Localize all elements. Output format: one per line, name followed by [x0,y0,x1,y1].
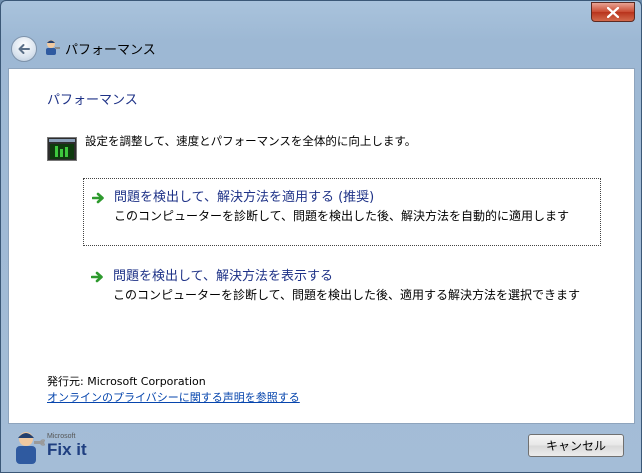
option-title: 問題を検出して、解決方法を適用する (推奨) [114,190,375,205]
back-arrow-icon [18,44,30,54]
close-icon [607,6,619,18]
option-detect-and-apply[interactable]: 問題を検出して、解決方法を適用する (推奨) このコンピューターを診断して、問題… [83,178,601,246]
fixit-mechanic-logo-icon [16,432,45,464]
option-subtitle: このコンピューターを診断して、問題を検出した後、解決方法を自動的に適用します [114,209,570,223]
performance-monitor-icon [47,137,77,161]
option-detect-and-show[interactable]: 問題を検出して、解決方法を表示する このコンピューターを診断して、問題を検出した… [83,258,601,326]
logo-brand-text: Microsoft [47,433,76,440]
content-panel: パフォーマンス 設定を調整して、速度とパフォーマンスを全体的に向上します。 問題… [8,68,635,424]
description-text: 設定を調整して、速度とパフォーマンスを全体的に向上します。 [85,134,417,148]
microsoft-fixit-logo: Microsoft Fix it [11,427,101,467]
page-heading: パフォーマンス [47,93,138,108]
fixit-mechanic-icon [46,40,60,55]
privacy-statement-link[interactable]: オンラインのプライバシーに関する声明を参照する [47,389,300,405]
option-subtitle: このコンピューターを診断して、問題を検出した後、適用する解決方法を選択できます [113,288,581,302]
close-button[interactable] [591,2,635,22]
footer-bar: Microsoft Fix it キャンセル [1,424,641,472]
window-title: パフォーマンス [65,43,156,58]
back-button[interactable] [11,36,37,62]
fixit-dialog-window: パフォーマンス パフォーマンス 設定を調整して、速度とパフォーマンスを全体的に向… [0,0,642,473]
option-title: 問題を検出して、解決方法を表示する [113,269,333,284]
green-arrow-icon [92,192,104,204]
cancel-button[interactable]: キャンセル [528,434,624,457]
green-arrow-icon [91,271,103,283]
publisher-text: 発行元: Microsoft Corporation [47,375,206,388]
logo-fixit-text: Fix it [47,440,87,459]
